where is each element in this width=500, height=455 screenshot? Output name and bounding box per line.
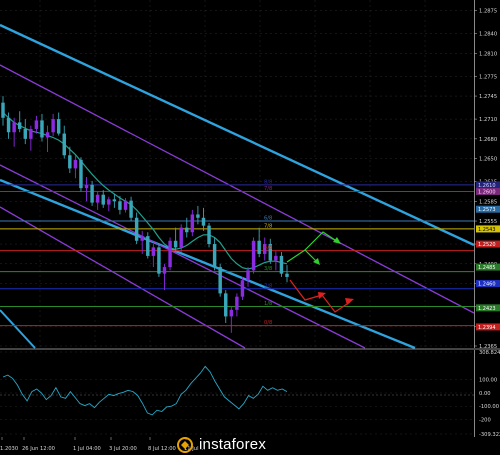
candle-body: [212, 244, 217, 268]
candle-body: [251, 240, 256, 271]
murrey-level-label: 7/8: [264, 186, 272, 192]
candle-body: [23, 128, 28, 139]
forex-chart-canvas: 8/87/86/87/84/83/82/81/80/8 1.28751.2840…: [0, 0, 500, 455]
oscillator-tick-label: -100.00: [479, 404, 499, 410]
price-tag-label: 1.2543: [478, 227, 496, 233]
candle-body: [123, 200, 128, 210]
candle-body: [101, 194, 105, 205]
candle-body: [112, 199, 117, 202]
candle-body: [279, 255, 284, 274]
candle-body: [201, 217, 206, 226]
price-tag-label: 1.2485: [478, 265, 496, 271]
price-tick-label: 1.2680: [479, 137, 497, 143]
candle-body: [151, 247, 156, 256]
candle-body: [246, 270, 250, 281]
candle-body: [129, 200, 133, 218]
oscillator-tick-label: 0.00: [479, 391, 491, 397]
candle-body: [56, 119, 61, 134]
candle-body: [118, 201, 122, 210]
price-tick-label: 1.2810: [479, 51, 497, 57]
candle-body: [224, 293, 228, 317]
instaforex-wordmark: instaforex: [199, 436, 267, 453]
candle-body: [162, 267, 167, 274]
murrey-level-label: 0/8: [264, 320, 272, 326]
candle-body: [274, 255, 278, 261]
candle-body: [79, 159, 83, 189]
murrey-level-label: 8/8: [264, 179, 272, 185]
murrey-level-label: 1/8: [264, 301, 272, 307]
candle-body: [235, 296, 239, 310]
price-tag-label: 1.2600: [478, 189, 496, 195]
instaforex-logo-icon: [177, 436, 193, 453]
price-tag-label: 1.2520: [478, 242, 496, 248]
candle-body: [179, 227, 183, 248]
candle-body: [40, 120, 44, 138]
candle-body: [218, 267, 222, 294]
murrey-level-label: 2/8: [264, 283, 272, 289]
oscillator-tick-label: -200: [479, 417, 491, 423]
candle-body: [62, 133, 66, 156]
murrey-level-label: 7/8: [264, 223, 272, 229]
price-tick-label: 1.2710: [479, 117, 497, 123]
candle-body: [257, 240, 261, 254]
price-tag-label: 1.2573: [478, 207, 496, 213]
candle-body: [17, 122, 22, 129]
time-tick-label: 1 Jul 04:00: [73, 446, 101, 452]
chart-background: [0, 0, 500, 455]
murrey-level-label: 4/8: [264, 245, 272, 251]
murrey-level-label: 6/8: [264, 216, 272, 222]
candle-body: [157, 247, 161, 274]
candle-body: [95, 194, 100, 203]
candle-body: [6, 117, 11, 133]
candle-body: [107, 199, 111, 205]
candle-body: [134, 217, 139, 241]
candle-body: [34, 120, 39, 129]
price-tick-label: 1.2650: [479, 157, 497, 163]
price-tag-label: 1.2423: [478, 306, 496, 312]
oscillator-tick-label: 100.00: [479, 378, 497, 384]
candle-body: [240, 280, 245, 297]
candle-body: [29, 128, 33, 139]
candle-body: [229, 309, 234, 317]
candle-body: [84, 184, 89, 189]
candle-body: [173, 240, 178, 248]
candle-body: [190, 214, 195, 233]
candle-body: [51, 119, 55, 133]
time-tick-label: 1.2030: [0, 446, 18, 452]
price-tick-label: 1.2585: [479, 199, 497, 205]
candle-body: [12, 122, 16, 133]
price-tick-label: 1.2840: [479, 32, 497, 38]
candle-body: [68, 155, 72, 169]
candle-body: [168, 240, 172, 268]
price-tick-label: 1.2555: [479, 219, 497, 225]
candle-body: [285, 273, 289, 277]
candle-body: [207, 225, 211, 245]
candle-body: [73, 159, 78, 169]
price-tag-label: 1.2394: [478, 325, 496, 331]
candle-body: [1, 102, 5, 118]
candle-body: [196, 214, 200, 218]
price-tick-label: 1.2775: [479, 74, 497, 80]
instaforex-logo: instaforex: [177, 434, 309, 455]
candle-body: [185, 227, 189, 233]
candle-body: [146, 236, 150, 256]
price-tag-label: 1.2460: [478, 282, 496, 288]
oscillator-tick-label: 308.8249: [479, 350, 500, 356]
candle-body: [90, 184, 94, 203]
murrey-level-label: 3/8: [264, 266, 272, 272]
candle-body: [45, 132, 50, 138]
oscillator-tick-label: -309.3225: [479, 432, 500, 438]
candle-body: [140, 236, 144, 241]
price-tick-label: 1.2875: [479, 9, 497, 15]
time-tick-label: 8 Jul 12:00: [148, 446, 176, 452]
time-tick-label: 26 Jun 12:00: [22, 446, 55, 452]
price-tick-label: 1.2745: [479, 94, 497, 100]
time-tick-label: 3 Jul 20:00: [109, 446, 137, 452]
